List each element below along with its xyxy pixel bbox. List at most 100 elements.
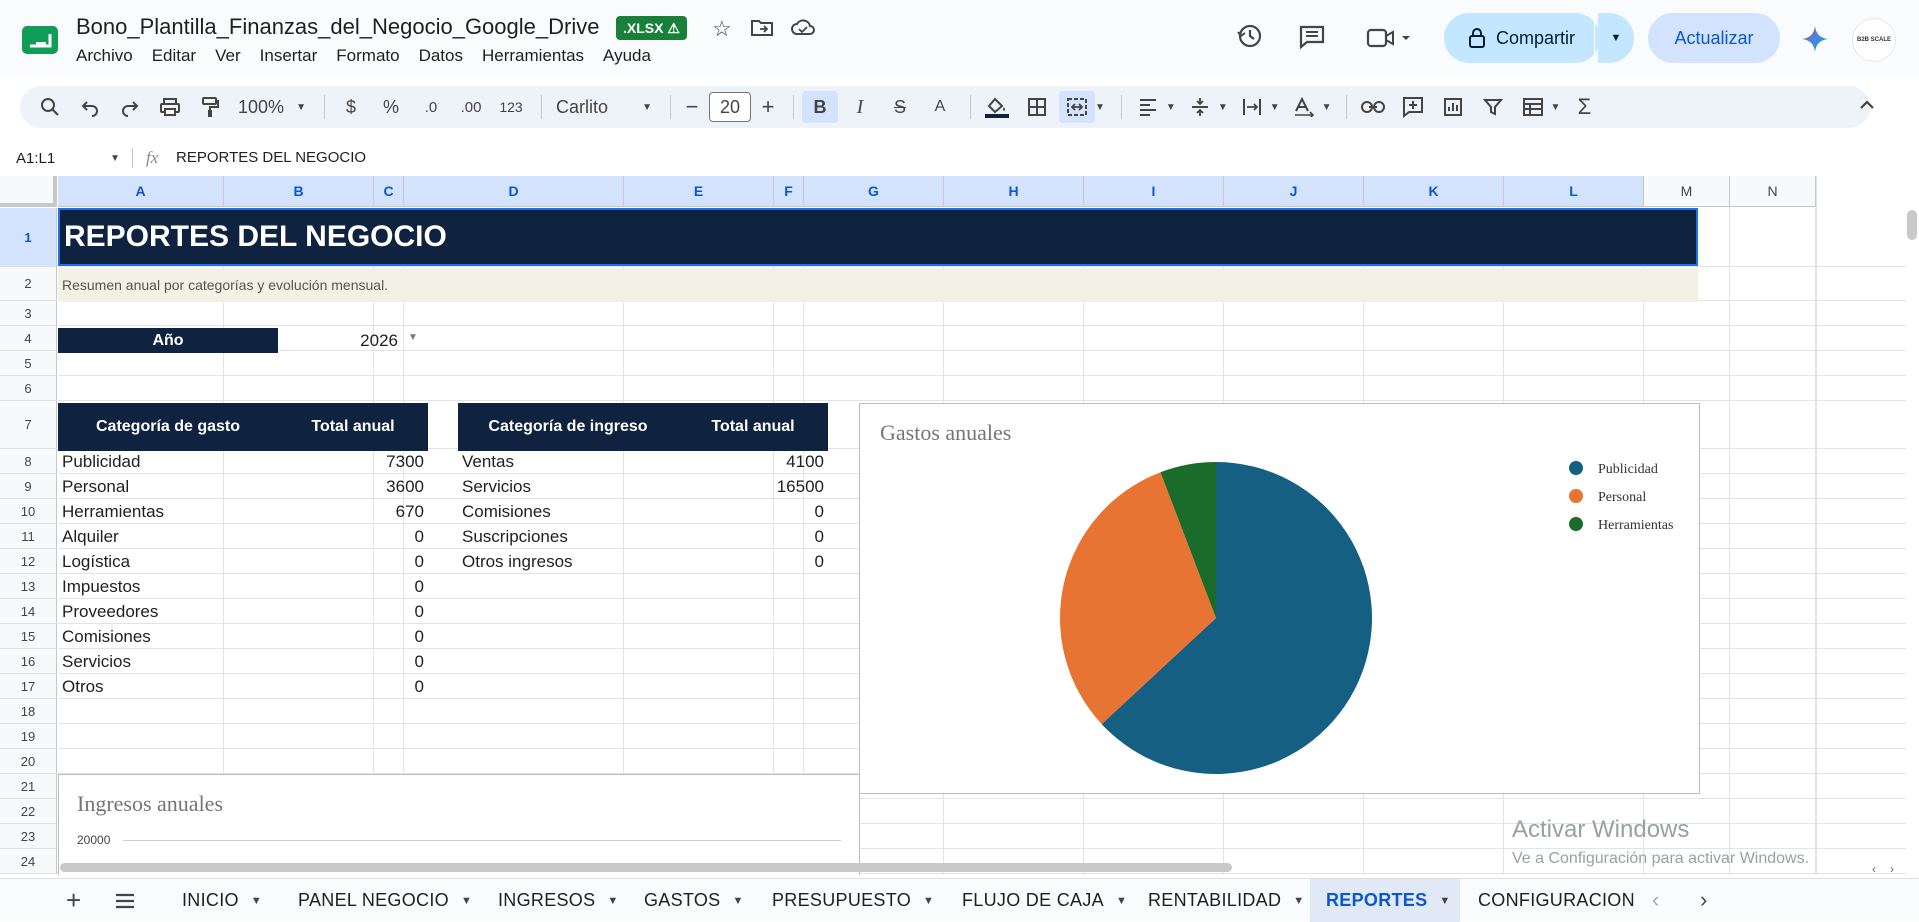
caret-down-icon[interactable]: ▼	[1116, 895, 1127, 907]
income-total-cell[interactable]: 4100	[678, 449, 824, 474]
borders-icon[interactable]	[1019, 91, 1055, 123]
row-header-21[interactable]: 21	[0, 774, 57, 799]
expense-category-cell[interactable]: Publicidad	[62, 449, 278, 474]
income-category-cell[interactable]: Suscripciones	[462, 524, 678, 549]
caret-down-icon[interactable]: ▼	[461, 895, 472, 907]
row-header-19[interactable]: 19	[0, 724, 57, 749]
caret-down-icon[interactable]: ▼	[1166, 102, 1176, 113]
row-header-11[interactable]: 11	[0, 524, 57, 549]
expense-category-cell[interactable]: Comisiones	[62, 624, 278, 649]
income-total-header[interactable]: Total anual	[678, 403, 828, 451]
expense-total-cell[interactable]: 3600	[278, 474, 424, 499]
sheet-tab-rentabilidad[interactable]: RENTABILIDAD ▼	[1130, 879, 1308, 922]
expense-category-header[interactable]: Categoría de gasto	[58, 403, 278, 451]
name-box[interactable]: A1:L1 ▼	[16, 147, 120, 169]
income-total-cell[interactable]: 16500	[678, 474, 824, 499]
income-category-header[interactable]: Categoría de ingreso	[458, 403, 678, 451]
cloud-status-icon[interactable]	[790, 17, 816, 37]
row-header-3[interactable]: 3	[0, 301, 57, 326]
horizontal-align-icon[interactable]	[1130, 91, 1166, 123]
menu-insertar[interactable]: Insertar	[260, 46, 318, 66]
row-header-1[interactable]: 1	[0, 208, 57, 267]
vertical-align-icon[interactable]	[1182, 91, 1218, 123]
year-value-cell[interactable]: 2026	[278, 328, 428, 353]
expense-total-cell[interactable]: 670	[278, 499, 424, 524]
caret-down-icon[interactable]: ▼	[1439, 895, 1450, 907]
expense-category-cell[interactable]: Herramientas	[62, 499, 278, 524]
menu-formato[interactable]: Formato	[336, 46, 399, 66]
menu-ver[interactable]: Ver	[215, 46, 241, 66]
row-header-10[interactable]: 10	[0, 499, 57, 524]
expense-total-cell[interactable]: 0	[278, 649, 424, 674]
gemini-icon[interactable]	[1800, 24, 1830, 54]
caret-down-icon[interactable]: ▼	[1095, 102, 1105, 113]
expense-total-cell[interactable]: 0	[278, 524, 424, 549]
row-header-2[interactable]: 2	[0, 267, 57, 301]
row-header-7[interactable]: 7	[0, 401, 57, 449]
subtitle-cell[interactable]: Resumen anual por categorías y evolución…	[58, 268, 1698, 302]
caret-down-icon[interactable]: ▼	[1218, 102, 1228, 113]
expenses-pie-chart[interactable]: Gastos anuales Publicidad Personal Herrami…	[859, 403, 1700, 794]
row-header-4[interactable]: 4	[0, 326, 57, 351]
comments-icon[interactable]	[1298, 24, 1326, 50]
share-dropdown-button[interactable]: ▼	[1598, 13, 1634, 63]
row-header-17[interactable]: 17	[0, 674, 57, 699]
insert-link-icon[interactable]	[1355, 91, 1391, 123]
column-header-n[interactable]: N	[1730, 176, 1816, 207]
row-header-12[interactable]: 12	[0, 549, 57, 574]
meet-icon[interactable]	[1366, 26, 1412, 50]
all-sheets-icon[interactable]	[114, 892, 136, 910]
font-size-input[interactable]: 20	[709, 92, 751, 122]
income-category-cell[interactable]: Otros ingresos	[462, 549, 678, 574]
vertical-scrollbar[interactable]	[1904, 176, 1906, 875]
filter-icon[interactable]	[1475, 91, 1511, 123]
decrease-decimal-button[interactable]: .0	[413, 91, 449, 123]
expense-total-cell[interactable]: 7300	[278, 449, 424, 474]
column-header-g[interactable]: G	[804, 176, 944, 207]
year-dropdown-caret-icon[interactable]: ▼	[408, 332, 418, 343]
column-header-a[interactable]: A	[58, 176, 224, 207]
scroll-left-icon[interactable]: ‹	[1872, 862, 1876, 876]
select-all-corner[interactable]	[0, 176, 57, 207]
share-button[interactable]: Compartir	[1444, 13, 1600, 63]
column-header-d[interactable]: D	[404, 176, 624, 207]
column-header-h[interactable]: H	[944, 176, 1084, 207]
caret-down-icon[interactable]: ▼	[1322, 102, 1332, 113]
sheet-tab-gastos[interactable]: GASTOS ▼	[626, 879, 754, 922]
table-view-icon[interactable]	[1515, 91, 1551, 123]
update-button[interactable]: Actualizar	[1648, 13, 1780, 63]
expense-total-cell[interactable]: 0	[278, 674, 424, 699]
menu-ayuda[interactable]: Ayuda	[603, 46, 651, 66]
redo-icon[interactable]	[112, 91, 148, 123]
menu-editar[interactable]: Editar	[152, 46, 196, 66]
move-folder-icon[interactable]	[750, 17, 774, 37]
expense-category-cell[interactable]: Otros	[62, 674, 278, 699]
column-header-j[interactable]: J	[1224, 176, 1364, 207]
caret-down-icon[interactable]: ▼	[1551, 102, 1561, 113]
sheet-tab-inicio[interactable]: INICIO ▼	[164, 879, 274, 922]
tabs-scroll-right-icon[interactable]: ›	[1700, 887, 1707, 913]
menu-archivo[interactable]: Archivo	[76, 46, 133, 66]
text-wrap-icon[interactable]	[1234, 91, 1270, 123]
vertical-scrollbar-thumb[interactable]	[1907, 210, 1917, 240]
tabs-scroll-left-icon[interactable]: ‹	[1652, 887, 1659, 913]
print-icon[interactable]	[152, 91, 188, 123]
title-cell[interactable]: REPORTES DEL NEGOCIO	[58, 208, 1698, 266]
row-header-5[interactable]: 5	[0, 351, 57, 376]
search-menus-icon[interactable]	[32, 91, 68, 123]
caret-down-icon[interactable]: ▼	[251, 895, 262, 907]
caret-down-icon[interactable]: ▼	[923, 895, 934, 907]
row-header-8[interactable]: 8	[0, 449, 57, 474]
column-header-l[interactable]: L	[1504, 176, 1644, 207]
income-bar-chart[interactable]: Ingresos anuales 20000	[58, 774, 860, 875]
add-sheet-icon[interactable]: +	[66, 885, 81, 916]
insert-chart-icon[interactable]	[1435, 91, 1471, 123]
menu-herramientas[interactable]: Herramientas	[482, 46, 584, 66]
functions-icon[interactable]: Σ	[1566, 91, 1602, 123]
italic-button[interactable]: I	[842, 91, 878, 123]
zoom-select[interactable]: 100% ▼	[232, 91, 312, 123]
sheets-logo-icon[interactable]	[20, 24, 60, 56]
expense-category-cell[interactable]: Personal	[62, 474, 278, 499]
document-title[interactable]: Bono_Plantilla_Finanzas_del_Negocio_Goog…	[76, 14, 599, 40]
column-header-k[interactable]: K	[1364, 176, 1504, 207]
